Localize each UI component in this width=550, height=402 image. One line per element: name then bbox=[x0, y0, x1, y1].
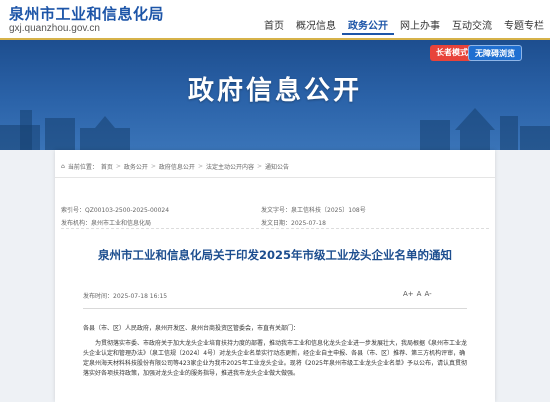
docno-label: 发文字号： bbox=[261, 207, 292, 214]
document-body: 各县（市、区）人民政府，泉州开发区、泉州台商投资区管委会，市直有关部门： 为贯彻… bbox=[83, 324, 469, 384]
publisher-value: 泉州市工业和信息化局 bbox=[91, 220, 152, 227]
publish-time-value: 2025-07-18 16:15 bbox=[113, 293, 168, 300]
barrier-free-button[interactable]: 无障碍浏览 bbox=[468, 45, 522, 61]
breadcrumb-notices[interactable]: 通知公告 bbox=[265, 162, 289, 171]
font-size-controls: A+ A A- bbox=[403, 290, 432, 298]
main-nav: 首页 概况信息 政务公开 网上办事 互动交流 专题专栏 bbox=[258, 19, 550, 35]
publisher-label: 发布机构： bbox=[61, 220, 92, 227]
meta-divider bbox=[61, 228, 489, 229]
site-url: gxj.quanzhou.gov.cn bbox=[9, 23, 100, 34]
site-header: 泉州市工业和信息化局 gxj.quanzhou.gov.cn 首页 概况信息 政… bbox=[0, 0, 550, 40]
index-label: 索引号： bbox=[61, 207, 86, 214]
font-small-button[interactable]: A- bbox=[424, 290, 431, 298]
breadcrumb-separator: > bbox=[115, 163, 121, 170]
breadcrumb-separator: > bbox=[256, 163, 263, 170]
site-title[interactable]: 泉州市工业和信息化局 bbox=[9, 3, 164, 24]
breadcrumb-gov-affairs[interactable]: 政务公开 bbox=[124, 162, 148, 171]
publish-time-label: 发布时间： bbox=[83, 293, 114, 300]
date-value: 2025-07-18 bbox=[291, 220, 326, 227]
breadcrumb-divider bbox=[55, 177, 495, 178]
recipients: 各县（市、区）人民政府，泉州开发区、泉州台商投资区管委会，市直有关部门： bbox=[83, 325, 300, 332]
docno-value: 泉工信科技〔2025〕108号 bbox=[291, 207, 366, 214]
nav-overview[interactable]: 概况信息 bbox=[290, 19, 342, 35]
breadcrumb-separator: > bbox=[197, 163, 203, 170]
breadcrumb-separator: > bbox=[150, 163, 156, 170]
banner: 长者模式 无障碍浏览 政府信息公开 bbox=[0, 40, 550, 150]
nav-home[interactable]: 首页 bbox=[258, 19, 290, 35]
font-medium-button[interactable]: A bbox=[417, 290, 422, 298]
breadcrumb-home[interactable]: 首页 bbox=[101, 162, 113, 171]
date-label: 发文日期： bbox=[261, 220, 292, 227]
nav-gov-affairs[interactable]: 政务公开 bbox=[342, 19, 394, 35]
breadcrumb-statutory[interactable]: 法定主动公开内容 bbox=[206, 162, 254, 171]
breadcrumb: ⌂ 当前位置： 首页 > 政务公开 > 政府信息公开 > 法定主动公开内容 > … bbox=[61, 162, 289, 171]
page: 泉州市工业和信息化局 gxj.quanzhou.gov.cn 首页 概况信息 政… bbox=[0, 0, 550, 402]
document-title: 泉州市工业和信息化局关于印发2025年市级工业龙头企业名单的通知 bbox=[97, 248, 452, 262]
body-paragraph: 为贯彻落实市委、市政府关于加大龙头企业培育扶持力度的部署，推动我市工业和信息化龙… bbox=[83, 340, 468, 377]
nav-online-service[interactable]: 网上办事 bbox=[394, 19, 446, 35]
banner-title: 政府信息公开 bbox=[187, 76, 362, 106]
title-divider bbox=[83, 308, 467, 309]
nav-special-topics[interactable]: 专题专栏 bbox=[498, 19, 550, 35]
font-large-button[interactable]: A+ bbox=[403, 290, 414, 298]
nav-interaction[interactable]: 互动交流 bbox=[446, 19, 498, 35]
index-value: QZ00103-2500-2025-00024 bbox=[85, 207, 170, 214]
breadcrumb-prefix: 当前位置： bbox=[67, 164, 98, 171]
location-icon: ⌂ bbox=[61, 163, 65, 170]
content-card: ⌂ 当前位置： 首页 > 政务公开 > 政府信息公开 > 法定主动公开内容 > … bbox=[55, 150, 495, 402]
publish-time: 发布时间：2025-07-18 16:15 bbox=[83, 291, 167, 300]
breadcrumb-gov-info[interactable]: 政府信息公开 bbox=[159, 162, 195, 171]
